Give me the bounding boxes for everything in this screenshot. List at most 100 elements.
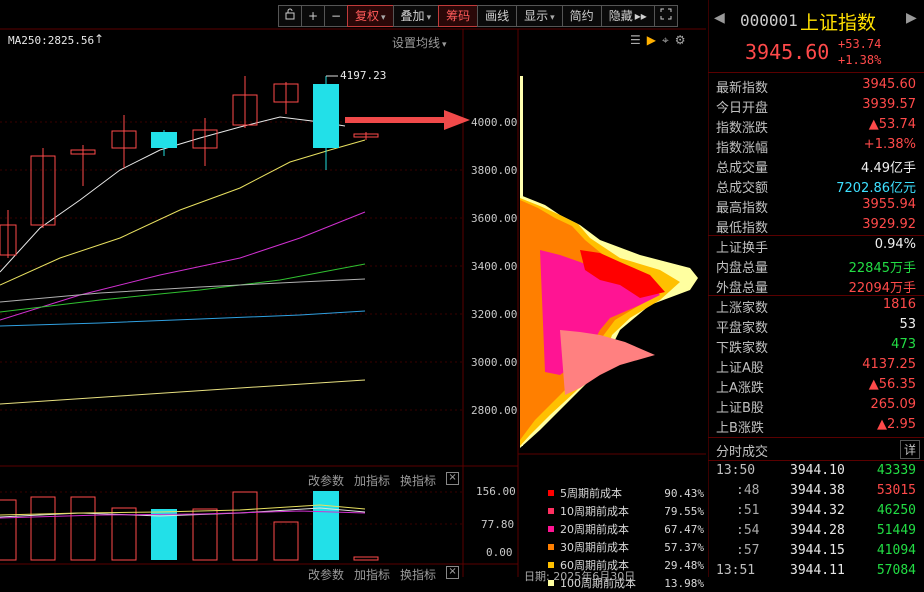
tick-price: 3944.28 [790,523,845,538]
tick-row: :48 3944.38 53015 [714,482,920,502]
quote-key: 上证B股 [716,401,764,416]
tick-time: 13:50 [716,463,756,478]
tick-price: 3944.32 [790,503,845,518]
quote-key: 最高指数 [716,201,769,216]
quote-row: 总成交额 7202.86亿元 [714,176,920,196]
candle [313,84,339,148]
quote-key: 平盘家数 [716,321,769,336]
index-change: +53.74 [838,37,882,51]
tick-price: 3944.38 [790,483,845,498]
volume-bar [30,496,56,561]
volume-bar [0,499,17,561]
quote-row: 上A涨跌 ▲56.35 [714,376,920,396]
swap-indicator-button[interactable]: 换指标 [400,566,436,583]
divider [708,460,924,461]
tick-row: :57 3944.15 41094 [714,542,920,562]
volume-tick: 156.00 [476,485,516,498]
ma-line-gray [0,278,366,303]
grid-lines [0,121,463,525]
quote-value: 0.94% [874,237,916,252]
quote-row: 上证B股 265.09 [714,396,920,416]
quote-row: 今日开盘 3939.57 [714,96,920,116]
price-tick: 3200.00 [471,308,517,321]
candle [151,132,177,148]
quote-key: 下跌家数 [716,341,769,356]
legend-row: 20周期前成本 67.47% [548,520,704,538]
quote-key: 上证换手 [716,241,769,256]
tick-time: :48 [736,483,760,498]
index-name: 上证指数 [800,12,877,34]
legend-pct: 79.55% [664,504,704,518]
red-arrow-annotation [345,110,470,130]
quote-row: 最高指数 3955.94 [714,196,920,216]
legend-pct: 57.37% [664,540,704,554]
quote-value: 22845万手 [848,261,916,276]
legend-row: 10周期前成本 79.55% [548,502,704,520]
chip-distribution [520,76,698,448]
tick-price: 3944.10 [790,463,845,478]
tick-time: 13:51 [716,563,756,578]
close-icon[interactable]: × [446,566,460,579]
quote-value: ▲2.95 [877,417,916,432]
tick-volume: 51449 [876,523,916,538]
change-params-button[interactable]: 改参数 [308,472,344,489]
tick-volume: 53015 [876,483,916,498]
price-tick: 2800.00 [471,404,517,417]
quote-value: 473 [891,337,916,352]
tick-price: 3944.11 [790,563,845,578]
close-icon[interactable]: × [446,472,460,485]
quote-key: 上A涨跌 [716,381,764,396]
ma-line-blue [0,310,366,327]
legend-swatch [548,490,554,496]
add-indicator-button[interactable]: 加指标 [354,472,390,489]
legend-pct: 90.43% [664,486,704,500]
tick-row: 13:50 3944.10 43339 [714,462,920,482]
index-code: 000001 [740,11,798,30]
legend-name: 10周期前成本 [560,505,629,518]
divider [708,72,924,73]
tick-time: :54 [736,523,760,538]
volume-tick: 0.00 [486,546,513,559]
quote-row: 最低指数 3929.92 [714,216,920,236]
price-tick: 3400.00 [471,260,517,273]
legend-pct: 29.48% [664,558,704,572]
high-marker: 4197.23 [340,69,386,82]
quote-key: 最新指数 [716,81,769,96]
quote-row: 上B涨跌 ▲2.95 [714,416,920,436]
add-indicator-button[interactable]: 加指标 [354,566,390,583]
index-price: 3945.60 [745,40,830,64]
quote-value: 4.49亿手 [861,161,916,176]
price-tick: 3000.00 [471,356,517,369]
quote-value: 3929.92 [862,217,916,232]
quote-value: 1816 [882,297,916,312]
legend-name: 5周期前成本 [560,487,622,500]
legend-name: 30周期前成本 [560,541,629,554]
quote-row: 平盘家数 53 [714,316,920,336]
volume-bars [0,491,379,561]
legend-swatch [548,526,554,532]
quote-value: 3939.57 [862,97,916,112]
tick-row: :54 3944.28 51449 [714,522,920,542]
ticks-detail-button[interactable]: 详 [900,440,921,459]
quote-row: 内盘总量 22845万手 [714,256,920,276]
quote-key: 指数涨跌 [716,121,769,136]
volume-bar [70,496,96,561]
next-arrow-icon[interactable]: ▶ [906,10,917,26]
volume-bar [313,491,339,560]
ma-line-yellow-long [0,379,366,405]
tick-volume: 41094 [876,543,916,558]
candlesticks [0,76,379,258]
quote-value: 53 [899,317,916,332]
volume-bar [151,509,177,560]
volume-bar [111,507,137,561]
quote-row: 指数涨跌 ▲53.74 [714,116,920,136]
volume-bar [232,491,258,561]
quote-row: 上涨家数 1816 [714,296,920,316]
tick-row: :51 3944.32 46250 [714,502,920,522]
price-axis: 4000.00 3800.00 3600.00 3400.00 3200.00 … [471,116,517,417]
legend-swatch [548,508,554,514]
change-params-button[interactable]: 改参数 [308,566,344,583]
quote-value: 3955.94 [862,197,916,212]
swap-indicator-button[interactable]: 换指标 [400,472,436,489]
prev-arrow-icon[interactable]: ◀ [714,10,725,26]
